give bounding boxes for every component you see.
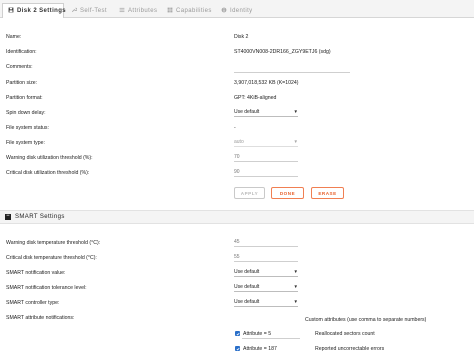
notif-tolerance-label: SMART notification tolerance level: [6, 285, 87, 291]
attribute-checkbox[interactable] [235, 346, 240, 351]
partition-size-label: Partition size: [6, 80, 38, 86]
tab-label: Self-Test [80, 8, 107, 14]
info-icon [221, 7, 227, 15]
identification-value: ST4000VN008-2DR166_ZGY9ETJ6 (sdg) [234, 49, 331, 55]
grid-icon [167, 7, 173, 15]
identification-label: Identification: [6, 49, 37, 55]
tab-label: Identity [230, 8, 253, 14]
fs-status-label: File system status: [6, 125, 49, 131]
spin-down-label: Spin down delay: [6, 110, 46, 116]
tab-attributes[interactable]: Attributes [113, 3, 160, 18]
tab-bar: Disk 2 Settings Self-Test Attributes Cap… [0, 0, 474, 18]
tab-label: Attributes [128, 8, 158, 14]
notif-value-label: SMART notification value: [6, 270, 66, 276]
collapse-icon[interactable]: − [5, 214, 11, 220]
erase-button[interactable]: ERASE [311, 187, 344, 199]
notif-value-select[interactable]: Use default ▼ [234, 268, 298, 277]
crit-temp-label: Critical disk temperature threshold (°C)… [6, 255, 97, 261]
crit-util-input[interactable] [234, 168, 298, 177]
caret-down-icon: ▼ [293, 268, 298, 274]
notif-tolerance-select[interactable]: Use default ▼ [234, 283, 298, 292]
crit-util-label: Critical disk utilization threshold (%): [6, 170, 90, 176]
attribute-label: Attribute = 5 [243, 331, 272, 337]
tab-label: Capabilities [176, 8, 212, 14]
section-title: SMART Settings [15, 214, 65, 220]
attribute-checkbox[interactable] [235, 331, 240, 336]
smart-section-header[interactable]: − SMART Settings [0, 210, 474, 224]
partition-format-label: Partition format: [6, 95, 43, 101]
controller-type-label: SMART controller type: [6, 300, 60, 306]
partition-format-value: GPT: 4KiB-aligned [234, 95, 277, 101]
attribute-label: Attribute = 187 [243, 346, 277, 352]
comments-label: Comments: [6, 64, 33, 70]
notif-value: Use default [234, 269, 260, 275]
attribute-underline [242, 338, 300, 339]
warn-temp-label: Warning disk temperature threshold (°C): [6, 240, 101, 246]
crit-temp-input[interactable] [234, 253, 298, 262]
apply-button[interactable]: APPLY [234, 187, 265, 199]
name-label: Name: [6, 34, 22, 40]
custom-attributes-label: Custom attributes (use comma to separate… [305, 317, 427, 323]
caret-down-icon: ▼ [293, 298, 298, 304]
comments-input[interactable] [234, 64, 350, 73]
tab-label: Disk 2 Settings [17, 8, 67, 14]
fs-type-label: File system type: [6, 140, 45, 146]
name-value: Disk 2 [234, 34, 249, 40]
attribute-description: Reported uncorrectable errors [315, 346, 385, 352]
notif-tolerance-value: Use default [234, 284, 260, 290]
fs-type-select[interactable]: auto ▼ [234, 138, 298, 147]
warn-temp-input[interactable] [234, 238, 298, 247]
tab-disk-settings[interactable]: Disk 2 Settings [2, 3, 67, 18]
caret-down-icon: ▼ [293, 138, 298, 144]
floppy-icon [8, 7, 14, 15]
controller-type-value: Use default [234, 299, 260, 305]
warn-util-input[interactable] [234, 153, 298, 162]
spin-down-value: Use default [234, 109, 260, 115]
list-icon [119, 7, 125, 15]
attribute-description: Reallocated sectors count [315, 331, 375, 337]
caret-down-icon: ▼ [293, 283, 298, 289]
spin-down-select[interactable]: Use default ▼ [234, 108, 298, 117]
done-button[interactable]: DONE [271, 187, 304, 199]
attr-notif-label: SMART attribute notifications: [6, 315, 75, 321]
warn-util-label: Warning disk utilization threshold (%): [6, 155, 93, 161]
fs-status-value: - [234, 125, 236, 131]
caret-down-icon: ▼ [293, 108, 298, 114]
fs-type-value: auto [234, 139, 244, 145]
check-icon [236, 347, 240, 350]
tab-identity[interactable]: Identity [215, 3, 253, 18]
tab-self-test[interactable]: Self-Test [65, 3, 112, 18]
wrench-icon [71, 7, 78, 15]
tab-capabilities[interactable]: Capabilities [161, 3, 214, 18]
partition-size-value: 3,907,018,532 KB (K=1024) [234, 80, 299, 86]
controller-type-select[interactable]: Use default ▼ [234, 298, 298, 307]
check-icon [236, 332, 240, 335]
